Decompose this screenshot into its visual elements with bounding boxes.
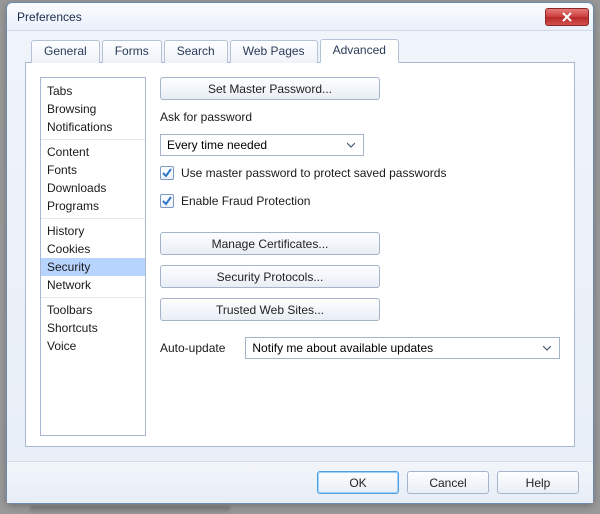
ask-for-password-label: Ask for password — [160, 110, 560, 124]
sidebar-item-toolbars[interactable]: Toolbars — [41, 301, 145, 319]
sidebar-group-1: Tabs Browsing Notifications — [41, 79, 145, 139]
use-master-password-checkbox[interactable] — [160, 166, 174, 180]
sidebar-item-notifications[interactable]: Notifications — [41, 118, 145, 136]
auto-update-label: Auto-update — [160, 341, 225, 355]
auto-update-select[interactable]: Notify me about available updates — [245, 337, 560, 359]
ask-for-password-value: Every time needed — [167, 138, 267, 152]
use-master-password-label: Use master password to protect saved pas… — [181, 166, 446, 180]
ask-for-password-select[interactable]: Every time needed — [160, 134, 364, 156]
help-button[interactable]: Help — [497, 471, 579, 494]
set-master-password-button[interactable]: Set Master Password... — [160, 77, 380, 100]
close-icon — [562, 12, 572, 22]
sidebar-group-4: Toolbars Shortcuts Voice — [41, 297, 145, 358]
sidebar-item-voice[interactable]: Voice — [41, 337, 145, 355]
use-master-password-row: Use master password to protect saved pas… — [160, 166, 560, 180]
sidebar-group-3: History Cookies Security Network — [41, 218, 145, 297]
cancel-button[interactable]: Cancel — [407, 471, 489, 494]
window-title: Preferences — [17, 10, 82, 24]
sidebar-item-security[interactable]: Security — [41, 258, 145, 276]
check-icon — [162, 196, 172, 206]
sidebar-item-content[interactable]: Content — [41, 143, 145, 161]
titlebar: Preferences — [7, 3, 593, 31]
tabstrip: General Forms Search Web Pages Advanced — [25, 39, 575, 63]
manage-certificates-button[interactable]: Manage Certificates... — [160, 232, 380, 255]
tab-forms[interactable]: Forms — [102, 40, 162, 63]
chevron-down-icon — [539, 344, 555, 352]
sidebar-item-downloads[interactable]: Downloads — [41, 179, 145, 197]
ok-button[interactable]: OK — [317, 471, 399, 494]
sidebar-item-tabs[interactable]: Tabs — [41, 82, 145, 100]
security-panel: Set Master Password... Ask for password … — [160, 77, 560, 436]
sidebar-item-fonts[interactable]: Fonts — [41, 161, 145, 179]
trusted-web-sites-button[interactable]: Trusted Web Sites... — [160, 298, 380, 321]
sidebar-group-2: Content Fonts Downloads Programs — [41, 139, 145, 218]
sidebar-item-cookies[interactable]: Cookies — [41, 240, 145, 258]
tab-search[interactable]: Search — [164, 40, 228, 63]
tab-advanced[interactable]: Advanced — [320, 39, 399, 63]
chevron-down-icon — [343, 141, 359, 149]
sidebar-item-shortcuts[interactable]: Shortcuts — [41, 319, 145, 337]
background-strip — [30, 506, 230, 514]
sidebar-item-programs[interactable]: Programs — [41, 197, 145, 215]
sidebar-item-history[interactable]: History — [41, 222, 145, 240]
tab-general[interactable]: General — [31, 40, 100, 63]
close-button[interactable] — [545, 8, 589, 26]
sidebar-item-browsing[interactable]: Browsing — [41, 100, 145, 118]
enable-fraud-label: Enable Fraud Protection — [181, 194, 310, 208]
dialog-button-bar: OK Cancel Help — [7, 461, 593, 503]
sidebar-item-network[interactable]: Network — [41, 276, 145, 294]
preferences-window: Preferences General Forms Search Web Pag… — [6, 2, 594, 504]
auto-update-value: Notify me about available updates — [252, 341, 433, 355]
enable-fraud-row: Enable Fraud Protection — [160, 194, 560, 208]
check-icon — [162, 168, 172, 178]
tab-panel: Tabs Browsing Notifications Content Font… — [25, 63, 575, 447]
content-area: General Forms Search Web Pages Advanced … — [7, 31, 593, 461]
enable-fraud-checkbox[interactable] — [160, 194, 174, 208]
sidebar: Tabs Browsing Notifications Content Font… — [40, 77, 146, 436]
tab-web-pages[interactable]: Web Pages — [230, 40, 318, 63]
security-protocols-button[interactable]: Security Protocols... — [160, 265, 380, 288]
auto-update-row: Auto-update Notify me about available up… — [160, 337, 560, 359]
